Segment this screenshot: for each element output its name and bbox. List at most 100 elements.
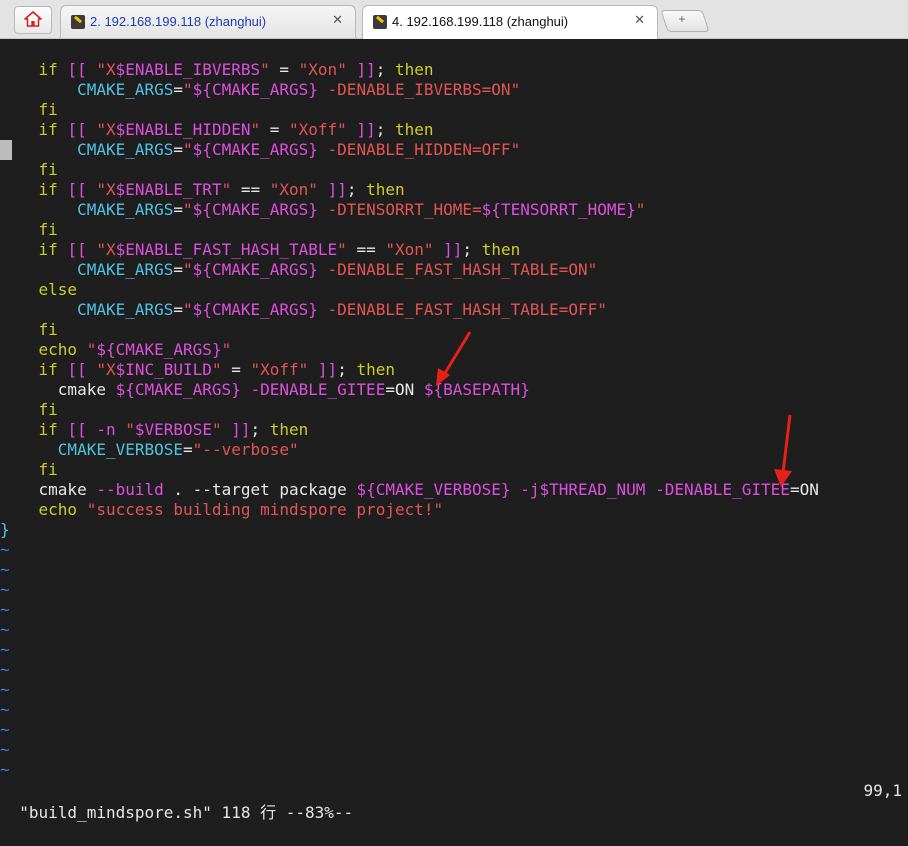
terminal-session-icon xyxy=(373,15,387,29)
code-token: " xyxy=(211,360,222,379)
code-token: $ENABLE_TRT xyxy=(115,180,222,199)
code-token: ${CMAKE_ARGS} xyxy=(192,300,318,319)
code-token: then xyxy=(394,120,434,139)
code-token: $THREAD_NUM xyxy=(539,480,646,499)
cursor-position: 99,1 xyxy=(863,781,902,800)
code-token: then xyxy=(481,240,521,259)
code-token: ${CMAKE_VERBOSE} xyxy=(356,480,511,499)
code-token: CMAKE_ARGS xyxy=(77,140,174,159)
empty-buffer-line: ~ xyxy=(0,540,10,559)
code-token: = xyxy=(173,300,184,319)
tab-label: 2. 192.168.199.118 (zhanghui) xyxy=(90,14,267,29)
code-line: CMAKE_ARGS="${CMAKE_ARGS} -DENABLE_HIDDE… xyxy=(0,140,908,160)
code-token: -DENABLE_GITEE xyxy=(645,480,790,499)
code-token: CMAKE_ARGS xyxy=(77,80,174,99)
code-token: -DENABLE_FAST_HASH_TABLE=ON" xyxy=(317,260,598,279)
code-line: if [[ "X$ENABLE_HIDDEN" = "Xoff" ]]; the… xyxy=(0,120,908,140)
code-token: "Xoff" xyxy=(289,120,347,139)
code-token: -DENABLE_IBVERBS=ON" xyxy=(317,80,521,99)
home-button[interactable] xyxy=(14,6,52,34)
code-token: -DENABLE_HIDDEN=OFF" xyxy=(317,140,521,159)
status-file-info: "build_mindspore.sh" 118 行 --83%-- xyxy=(19,803,354,822)
code-token: ${CMAKE_ARGS} xyxy=(192,200,318,219)
code-token: "X xyxy=(96,240,116,259)
code-token: " xyxy=(183,140,193,159)
tab-session-4[interactable]: 4. 192.168.199.118 (zhanghui) ✕ xyxy=(362,5,658,39)
empty-buffer-line: ~ xyxy=(0,700,10,719)
code-token: == xyxy=(231,180,270,199)
code-token: " xyxy=(183,300,193,319)
terminal-session-icon xyxy=(71,15,85,29)
code-token: ; xyxy=(346,180,367,199)
code-token: "Xon" xyxy=(385,240,434,259)
code-token: ]] xyxy=(443,240,463,259)
code-line: if [[ "X$ENABLE_IBVERBS" = "Xon" ]]; the… xyxy=(0,60,908,80)
code-token: ]] xyxy=(356,60,376,79)
code-token: CMAKE_ARGS xyxy=(77,300,174,319)
empty-buffer-line: ~ xyxy=(0,580,10,599)
code-token: " xyxy=(183,260,193,279)
code-token: ${CMAKE_ARGS} xyxy=(115,380,241,399)
code-token: [[ xyxy=(67,120,87,139)
empty-buffer-line: ~ xyxy=(0,620,10,639)
code-token: ]] xyxy=(356,120,376,139)
code-line: echo "success building mindspore project… xyxy=(0,500,908,520)
code-token: if xyxy=(38,420,58,439)
code-token: ; xyxy=(375,120,395,139)
code-token: " xyxy=(337,240,347,259)
code-token: -DENABLE_GITEE xyxy=(240,380,386,399)
code-token: " xyxy=(183,80,193,99)
code-token: ; xyxy=(250,420,270,439)
new-tab-button[interactable]: + xyxy=(660,10,710,32)
code-token: $VERBOSE xyxy=(134,420,212,439)
code-token: --build xyxy=(86,480,174,499)
close-icon[interactable]: ✕ xyxy=(332,12,343,28)
code-token: = xyxy=(221,360,251,379)
code-token: fi xyxy=(38,320,58,339)
close-icon[interactable]: ✕ xyxy=(634,12,645,28)
code-token: " xyxy=(86,340,97,359)
code-token: ${CMAKE_ARGS} xyxy=(192,140,318,159)
code-token: "Xon" xyxy=(298,60,347,79)
code-token: "success building mindspore project!" xyxy=(86,500,444,519)
code-token: ${TENSORRT_HOME} xyxy=(481,200,636,219)
code-token: fi xyxy=(38,460,58,479)
code-token: = xyxy=(260,120,290,139)
code-line: CMAKE_ARGS="${CMAKE_ARGS} -DENABLE_FAST_… xyxy=(0,300,908,320)
code-token: "X xyxy=(96,120,116,139)
code-token: [[ xyxy=(67,420,87,439)
code-token: "X xyxy=(96,180,116,199)
code-token: if xyxy=(38,60,58,79)
code-token: CMAKE_ARGS xyxy=(77,260,174,279)
tab-session-2[interactable]: 2. 192.168.199.118 (zhanghui) ✕ xyxy=(60,5,356,38)
code-line: if [[ "X$ENABLE_TRT" == "Xon" ]]; then xyxy=(0,180,908,200)
code-token: $ENABLE_IBVERBS xyxy=(115,60,261,79)
code-token: fi xyxy=(38,400,58,419)
code-token: then xyxy=(395,60,434,79)
code-line: CMAKE_ARGS="${CMAKE_ARGS} -DENABLE_IBVER… xyxy=(0,80,908,100)
code-token: echo xyxy=(38,340,78,359)
code-token: . --target package xyxy=(173,480,357,499)
code-token: " xyxy=(221,180,232,199)
code-token: " xyxy=(635,200,646,219)
code-token: " xyxy=(221,340,232,359)
code-token: CMAKE_VERBOSE xyxy=(57,440,184,459)
code-token: " xyxy=(125,420,135,439)
code-token: else xyxy=(38,280,78,299)
code-token: ; xyxy=(337,360,357,379)
